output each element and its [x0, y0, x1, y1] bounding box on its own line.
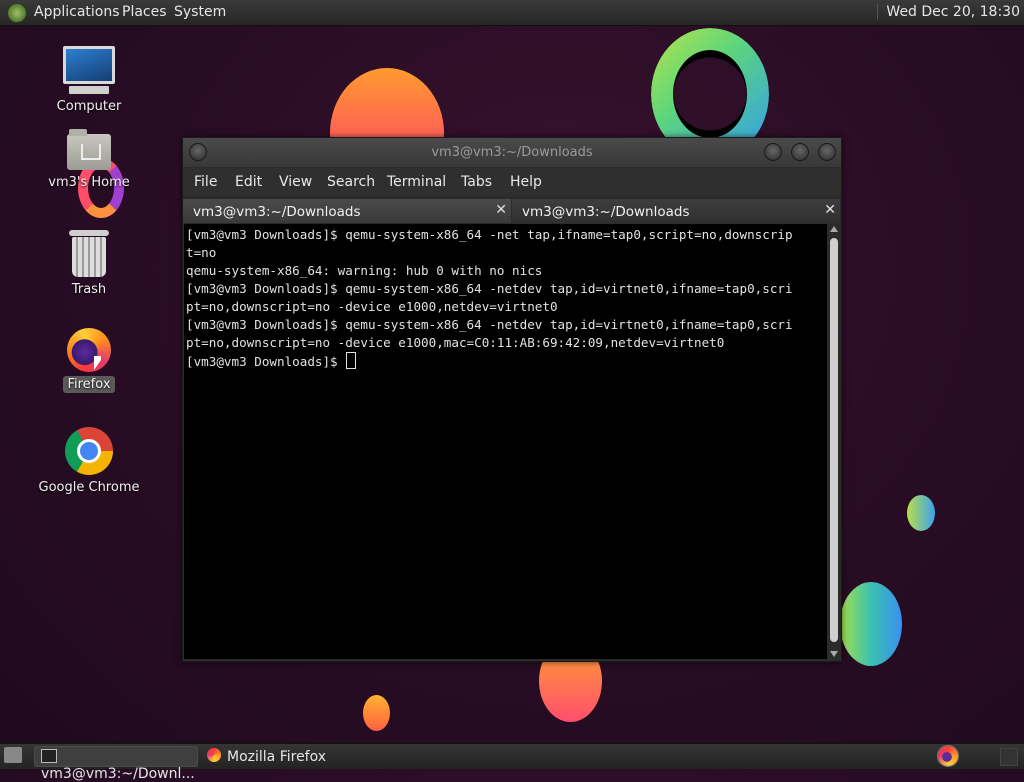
- scroll-up-icon[interactable]: [830, 226, 838, 232]
- tab-label: vm3@vm3:~/Downloads: [522, 204, 690, 220]
- terminal-line: [vm3@vm3 Downloads]$ qemu-system-x86_64 …: [186, 227, 793, 242]
- menu-terminal[interactable]: Terminal: [387, 174, 446, 190]
- wallpaper-small-blob: [363, 695, 390, 731]
- terminal-scrollbar[interactable]: [828, 224, 840, 659]
- maximize-button[interactable]: [791, 143, 809, 161]
- terminal-output[interactable]: [vm3@vm3 Downloads]$ qemu-system-x86_64 …: [184, 224, 827, 659]
- menu-applications[interactable]: Applications: [34, 4, 120, 20]
- desktop-icon-label: vm3's Home: [48, 175, 130, 190]
- menu-tabs[interactable]: Tabs: [461, 174, 492, 190]
- tab-label: vm3@vm3:~/Downloads: [193, 204, 361, 220]
- workspace-switcher[interactable]: [1000, 748, 1018, 766]
- terminal-prompt: [vm3@vm3 Downloads]$: [186, 354, 346, 369]
- clock[interactable]: Wed Dec 20, 18:30: [877, 4, 1020, 20]
- menu-view[interactable]: View: [279, 174, 312, 190]
- taskbar-item-terminal[interactable]: vm3@vm3:~/Downl...: [34, 746, 198, 782]
- tab-2[interactable]: vm3@vm3:~/Downloads ✕: [512, 199, 840, 223]
- menu-places[interactable]: Places: [122, 4, 167, 20]
- taskbar-item-label: Mozilla Firefox: [227, 749, 327, 765]
- scroll-down-icon[interactable]: [830, 651, 838, 657]
- window-title: vm3@vm3:~/Downloads: [431, 145, 593, 160]
- desktop-icon-label: Trash: [71, 282, 107, 297]
- desktop-icon-trash[interactable]: Trash: [29, 230, 149, 298]
- close-button[interactable]: [818, 143, 836, 161]
- desktop-icon-chrome[interactable]: Google Chrome: [29, 427, 149, 496]
- home-folder-icon: [29, 129, 149, 170]
- taskbar-item-firefox[interactable]: Mozilla Firefox: [201, 746, 371, 767]
- terminal-icon: [41, 749, 57, 763]
- menu-file[interactable]: File: [194, 174, 217, 190]
- taskbar-item-label: vm3@vm3:~/Downl...: [41, 766, 195, 782]
- firefox-icon: [29, 328, 149, 372]
- terminal-menubar: File Edit View Search Terminal Tabs Help: [183, 168, 841, 196]
- desktop-icon-home[interactable]: vm3's Home: [29, 129, 149, 191]
- terminal-line: pt=no,downscript=no -device e1000,netdev…: [186, 299, 558, 314]
- terminal-line: pt=no,downscript=no -device e1000,mac=C0…: [186, 335, 725, 350]
- tab-close-icon[interactable]: ✕: [495, 202, 507, 218]
- computer-icon: [29, 46, 149, 94]
- text-cursor: [346, 352, 357, 369]
- desktop-icon-firefox[interactable]: Firefox: [29, 328, 149, 393]
- terminal-line: t=no: [186, 245, 217, 260]
- menu-system[interactable]: System: [174, 4, 226, 20]
- menu-search[interactable]: Search: [327, 174, 375, 190]
- chrome-icon: [29, 427, 149, 475]
- tab-close-icon[interactable]: ✕: [824, 202, 836, 218]
- tray-firefox-icon[interactable]: [937, 745, 959, 767]
- bottom-panel: vm3@vm3:~/Downl... Mozilla Firefox: [0, 743, 1024, 782]
- menu-edit[interactable]: Edit: [235, 174, 262, 190]
- desktop-icon-label: Firefox: [63, 376, 115, 393]
- terminal-tabs: vm3@vm3:~/Downloads ✕ vm3@vm3:~/Download…: [183, 199, 841, 223]
- firefox-icon: [207, 748, 221, 762]
- show-desktop-icon[interactable]: [4, 747, 22, 763]
- desktop-icon-label: Google Chrome: [38, 480, 140, 495]
- terminal-line: [vm3@vm3 Downloads]$ qemu-system-x86_64 …: [186, 281, 793, 296]
- terminal-line: qemu-system-x86_64: warning: hub 0 with …: [186, 263, 543, 278]
- desktop-icon-computer[interactable]: Computer: [29, 46, 149, 115]
- menu-help[interactable]: Help: [510, 174, 542, 190]
- minimize-button[interactable]: [764, 143, 782, 161]
- top-panel: Applications Places System Wed Dec 20, 1…: [0, 0, 1024, 26]
- terminal-window: vm3@vm3:~/Downloads File Edit View Searc…: [182, 137, 842, 662]
- terminal-prompt-line: [vm3@vm3 Downloads]$: [186, 352, 825, 370]
- mouse-cursor-icon: [94, 356, 101, 370]
- trash-icon: [29, 230, 149, 277]
- desktop-icon-label: Computer: [56, 99, 122, 114]
- wallpaper-small-blue-blob: [907, 495, 935, 531]
- wallpaper-blue-blob: [840, 582, 902, 666]
- tab-1[interactable]: vm3@vm3:~/Downloads ✕: [183, 199, 511, 223]
- terminal-line: [vm3@vm3 Downloads]$ qemu-system-x86_64 …: [186, 317, 793, 332]
- scrollbar-thumb[interactable]: [830, 238, 838, 642]
- window-titlebar[interactable]: vm3@vm3:~/Downloads: [183, 138, 841, 167]
- distro-logo-icon[interactable]: [7, 3, 27, 23]
